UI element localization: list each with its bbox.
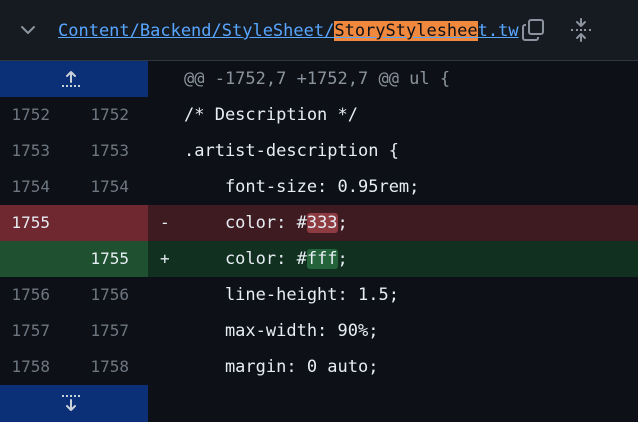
diff-line-addition: 1755 + color: #fff; bbox=[0, 241, 638, 277]
file-header: Content/Backend/StyleSheet/StoryStyleshe… bbox=[0, 0, 638, 61]
diff-line: 1752 1752 /* Description */ bbox=[0, 97, 638, 133]
new-line-number[interactable]: 1757 bbox=[78, 313, 129, 349]
added-token: fff bbox=[306, 249, 338, 269]
old-line-number[interactable]: 1756 bbox=[0, 277, 50, 313]
old-line-number[interactable]: 1758 bbox=[0, 349, 50, 385]
new-line-number[interactable]: 1756 bbox=[78, 277, 129, 313]
file-path-link[interactable]: Content/Backend/StyleSheet/StoryStyleshe… bbox=[58, 19, 519, 43]
new-line-number[interactable]: 1754 bbox=[78, 169, 129, 205]
expand-down-button[interactable] bbox=[0, 385, 148, 422]
expand-up-button[interactable] bbox=[0, 61, 148, 97]
new-line-number[interactable]: 1752 bbox=[78, 97, 129, 133]
diff-line: 1757 1757 max-width: 90%; bbox=[0, 313, 638, 349]
old-line-number[interactable] bbox=[0, 241, 50, 277]
hunk-header-text: @@ -1752,7 +1752,7 @@ ul { bbox=[184, 69, 451, 89]
expand-up-icon bbox=[62, 71, 80, 87]
code-text: line-height: 1.5; bbox=[184, 285, 399, 305]
code-pre: color: # bbox=[184, 213, 307, 233]
file-path-highlight: StoryStyleshee bbox=[334, 21, 478, 41]
code-text: font-size: 0.95rem; bbox=[184, 177, 420, 197]
new-line-number[interactable]: 1755 bbox=[78, 241, 129, 277]
code-text: .artist-description { bbox=[184, 141, 399, 161]
code-pre: color: # bbox=[184, 249, 307, 269]
file-path-prefix: Content/Backend/StyleSheet/ bbox=[58, 21, 335, 41]
hunk-footer-row bbox=[0, 385, 638, 422]
code-text: /* Description */ bbox=[184, 105, 358, 125]
hunk-header-row: @@ -1752,7 +1752,7 @@ ul { bbox=[0, 61, 638, 97]
expand-down-icon bbox=[62, 395, 80, 411]
old-line-number[interactable]: 1754 bbox=[0, 169, 50, 205]
diff-line-deletion: 1755 - color: #333; bbox=[0, 205, 638, 241]
addition-marker: + bbox=[160, 249, 170, 268]
code-text: margin: 0 auto; bbox=[184, 357, 379, 377]
code-post: ; bbox=[337, 213, 348, 233]
code-text: color: #fff; bbox=[184, 241, 348, 277]
diff-line: 1753 1753 .artist-description { bbox=[0, 133, 638, 169]
old-line-number[interactable]: 1752 bbox=[0, 97, 50, 133]
diff-line: 1754 1754 font-size: 0.95rem; bbox=[0, 169, 638, 205]
diff-line: 1756 1756 line-height: 1.5; bbox=[0, 277, 638, 313]
expand-all-icon[interactable] bbox=[568, 17, 594, 43]
deleted-token: 333 bbox=[306, 213, 338, 233]
new-line-number[interactable]: 1753 bbox=[78, 133, 129, 169]
new-line-number[interactable]: 1758 bbox=[78, 349, 129, 385]
file-path-suffix: t.tw bbox=[477, 21, 519, 41]
new-line-number[interactable] bbox=[78, 205, 129, 241]
diff-line: 1758 1758 margin: 0 auto; bbox=[0, 349, 638, 385]
code-text: max-width: 90%; bbox=[184, 321, 379, 341]
deletion-marker: - bbox=[160, 213, 170, 232]
copy-icon[interactable] bbox=[520, 17, 546, 43]
old-line-number[interactable]: 1757 bbox=[0, 313, 50, 349]
old-line-number[interactable]: 1753 bbox=[0, 133, 50, 169]
code-text: color: #333; bbox=[184, 205, 348, 241]
code-post: ; bbox=[337, 249, 348, 269]
chevron-down-icon[interactable] bbox=[18, 20, 38, 40]
old-line-number[interactable]: 1755 bbox=[0, 205, 50, 241]
